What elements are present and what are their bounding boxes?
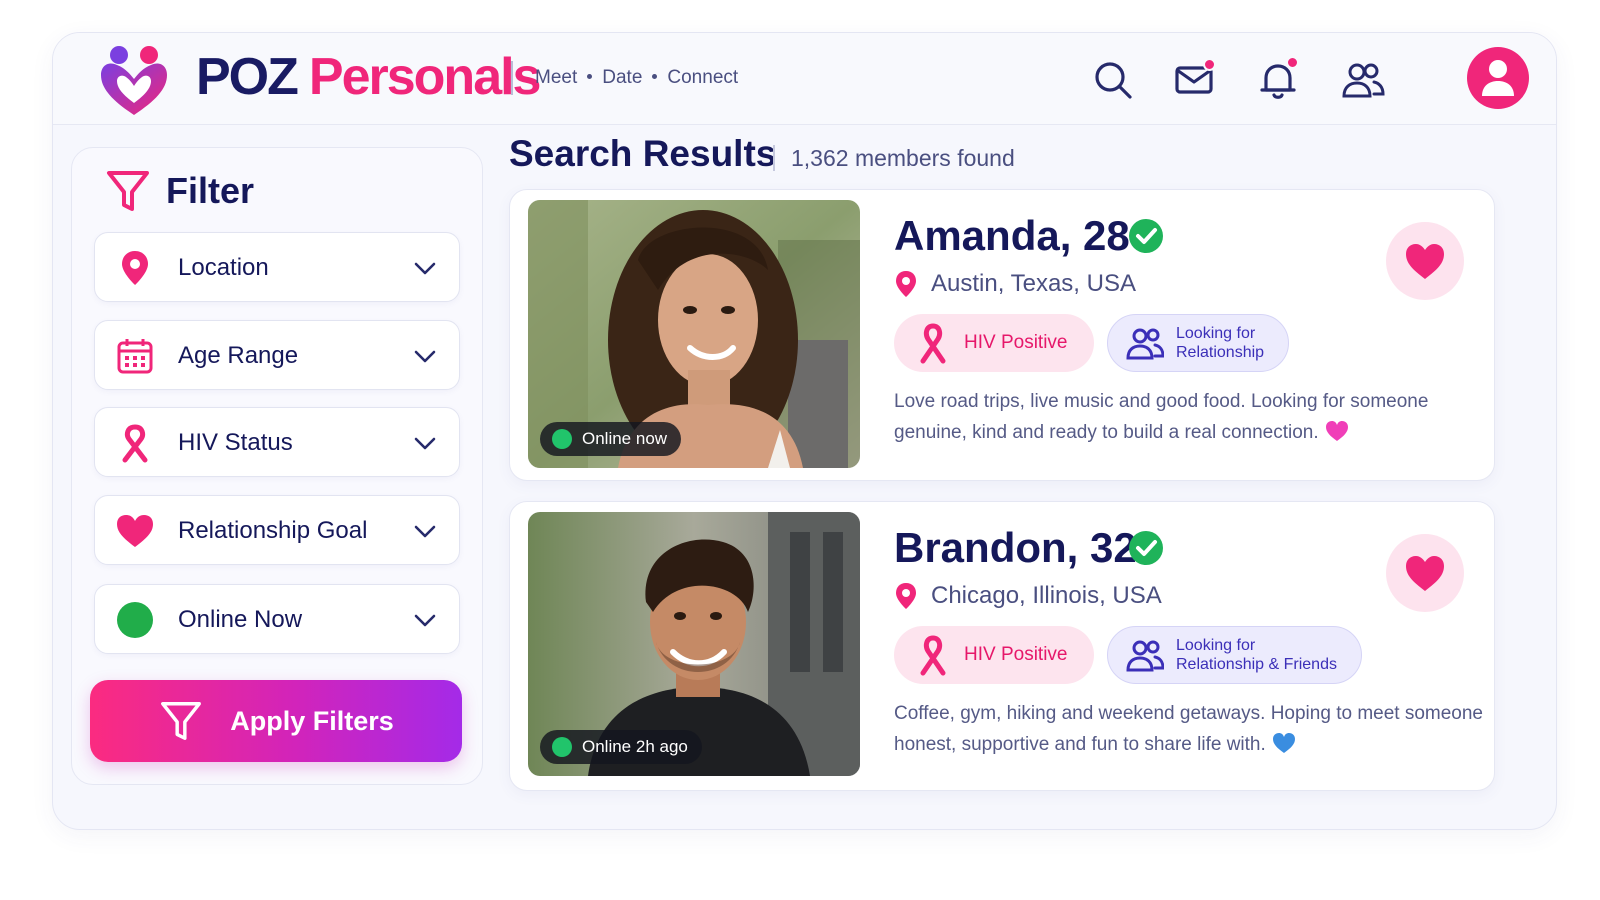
users-icon [1126, 328, 1164, 360]
profile-name[interactable]: Brandon, 32 [894, 524, 1137, 572]
looking-for-line1: Looking for [1176, 637, 1256, 654]
profile-bio: Coffee, gym, hiking and weekend getaways… [894, 698, 1484, 760]
filter-age-range[interactable]: Age Range [94, 320, 460, 390]
online-status-text: Online now [582, 429, 668, 448]
hiv-tag-label: HIV Positive [964, 332, 1068, 353]
results-divider [773, 145, 775, 171]
online-status-badge: Online 2h ago [540, 730, 702, 764]
apply-filters-button[interactable]: Apply Filters [90, 680, 462, 762]
brand-personals: Personals [308, 48, 542, 106]
filter-online-now-label: Online Now [178, 606, 303, 633]
profile-location-text: Chicago, Illinois, USA [931, 582, 1162, 609]
top-nav: POZ Personals Meet Date Connect [53, 33, 1556, 125]
chevron-down-icon [414, 614, 436, 627]
profile-location: Chicago, Illinois, USA [894, 580, 1162, 612]
location-pin-icon [115, 248, 155, 288]
online-dot-icon [552, 429, 572, 449]
hiv-positive-tag: HIV Positive [894, 626, 1094, 684]
filter-relationship-goal[interactable]: Relationship Goal [94, 495, 460, 565]
favorite-button[interactable] [1386, 222, 1464, 300]
tagline-date: Date [602, 67, 643, 88]
filter-online-now[interactable]: Online Now [94, 584, 460, 654]
poz-logo-icon[interactable] [99, 43, 171, 119]
tagline-meet: Meet [535, 67, 578, 88]
filter-location[interactable]: Location [94, 232, 460, 302]
hiv-positive-tag: HIV Positive [894, 314, 1094, 372]
profile-card[interactable]: Online 2h ago Brandon, 32 Chicago, Illin… [509, 501, 1495, 791]
tagline-dot [652, 74, 658, 79]
heart-icon [1406, 556, 1444, 591]
pink-heart-emoji-icon [1325, 421, 1348, 441]
user-avatar-icon[interactable] [1467, 47, 1529, 109]
mail-icon[interactable] [1173, 58, 1217, 102]
verified-badge-icon [1129, 219, 1163, 253]
online-status-badge: Online now [540, 422, 682, 456]
brand-name[interactable]: POZ Personals [196, 47, 542, 107]
ribbon-icon [115, 423, 155, 463]
blue-heart-emoji-icon [1272, 733, 1295, 753]
verified-badge-icon [1129, 531, 1163, 565]
heart-icon [115, 511, 155, 551]
search-icon[interactable] [1091, 58, 1135, 102]
filter-hiv-status[interactable]: HIV Status [94, 407, 460, 477]
tagline: Meet Date Connect [535, 67, 738, 89]
chevron-down-icon [414, 350, 436, 363]
filter-sidebar: Filter Location Age Range HIV Status Rel… [71, 147, 483, 785]
looking-for-tag: Looking for Relationship [1107, 314, 1290, 372]
profile-bio: Love road trips, live music and good foo… [894, 386, 1484, 448]
online-status-text: Online 2h ago [582, 737, 688, 756]
favorite-button[interactable] [1386, 534, 1464, 612]
chevron-down-icon [414, 525, 436, 538]
filter-funnel-icon [161, 702, 202, 740]
looking-for-tag: Looking for Relationship & Friends [1107, 626, 1362, 684]
heart-icon [1406, 244, 1444, 279]
looking-for-text: Looking for Relationship [1176, 324, 1264, 362]
looking-for-line2: Relationship & Friends [1176, 656, 1337, 673]
profile-bio-text: Coffee, gym, hiking and weekend getaways… [894, 703, 1483, 755]
filter-location-label: Location [178, 254, 269, 281]
hiv-tag-label: HIV Positive [964, 644, 1068, 665]
results-count: 1,362 members found [791, 145, 1015, 171]
ribbon-icon [920, 323, 946, 364]
tagline-connect: Connect [667, 67, 739, 88]
results-title: Search Results [509, 133, 777, 174]
app-window: POZ Personals Meet Date Connect Filter L… [52, 32, 1557, 830]
filter-hiv-status-label: HIV Status [178, 429, 293, 456]
header-divider [511, 61, 513, 95]
tagline-dot [587, 74, 593, 79]
chevron-down-icon [414, 437, 436, 450]
bell-notification-dot [1286, 56, 1299, 69]
filter-age-range-label: Age Range [178, 342, 299, 369]
profile-location-text: Austin, Texas, USA [931, 270, 1136, 297]
calendar-icon [115, 336, 155, 376]
chevron-down-icon [414, 262, 436, 275]
green-dot-icon [115, 600, 155, 640]
filter-relationship-goal-label: Relationship Goal [178, 517, 368, 544]
filter-heading: Filter [104, 166, 254, 216]
looking-for-line1: Looking for [1176, 325, 1256, 342]
profile-card[interactable]: Online now Amanda, 28 Austin, Texas, USA… [509, 189, 1495, 481]
profile-photo[interactable]: Online now [528, 200, 860, 468]
filter-title: Filter [166, 170, 255, 211]
users-icon[interactable] [1341, 58, 1385, 102]
looking-for-text: Looking for Relationship & Friends [1176, 636, 1337, 674]
looking-for-line2: Relationship [1176, 344, 1265, 361]
apply-filters-label: Apply Filters [230, 705, 394, 736]
online-dot-icon [552, 737, 572, 757]
profile-name[interactable]: Amanda, 28 [894, 212, 1130, 260]
location-pin-icon [896, 271, 916, 297]
bell-icon[interactable] [1256, 56, 1300, 102]
mail-notification-dot [1203, 58, 1216, 71]
location-pin-icon [896, 583, 916, 609]
filter-funnel-icon [107, 171, 149, 211]
brand-poz: POZ [196, 48, 299, 106]
profile-location: Austin, Texas, USA [894, 268, 1136, 300]
ribbon-icon [920, 635, 946, 676]
profile-photo[interactable]: Online 2h ago [528, 512, 860, 776]
users-icon [1126, 640, 1164, 672]
